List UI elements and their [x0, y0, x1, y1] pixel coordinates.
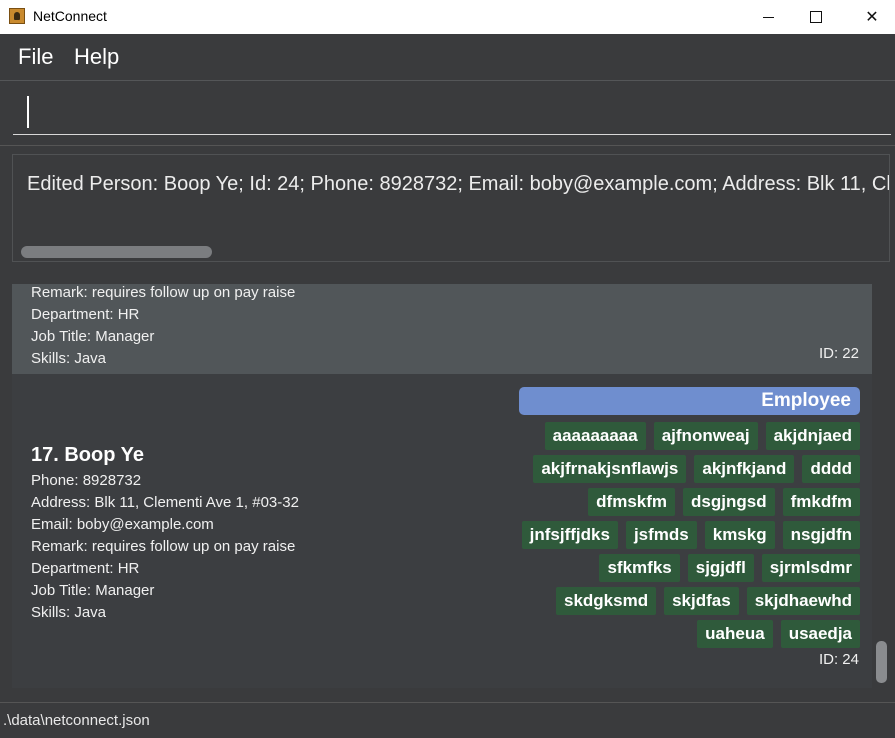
remark-label: Remark: requires follow up on pay raise [31, 284, 296, 301]
person-details: Remark: requires follow up on pay raise … [31, 282, 295, 370]
title-bar: NetConnect ✕ [0, 0, 895, 34]
result-display[interactable]: Edited Person: Boop Ye; Id: 24; Phone: 8… [12, 154, 890, 262]
tag-chip: akjdnjaed [765, 422, 860, 450]
tag-chip: skjdhaewhd [746, 587, 860, 615]
person-card[interactable]: Employee aaaaaaaaa ajfnonweaj akjdnjaed akj… [12, 374, 872, 688]
skills-label: Skills: Java [31, 604, 107, 621]
tag-chip: sjgjdfl [687, 554, 754, 582]
tag-chip: sjrmlsdmr [761, 554, 860, 582]
menu-help[interactable]: Help [74, 44, 119, 70]
horizontal-scrollbar[interactable] [21, 246, 212, 258]
close-button[interactable]: ✕ [849, 0, 895, 34]
role-badge: Employee [519, 387, 860, 415]
remark-label: Remark: requires follow up on pay raise [31, 538, 296, 555]
tag-chip: nsgjdfn [782, 521, 860, 549]
window-title: NetConnect [33, 8, 107, 24]
command-box [0, 81, 895, 143]
department-label: Department: HR [31, 560, 140, 577]
address-label: Address: Blk 11, Clementi Ave 1, #03-32 [31, 494, 299, 511]
tag-chip: dfmskfm [588, 488, 676, 516]
maximize-button[interactable] [793, 0, 839, 34]
person-card-selected[interactable]: Remark: requires follow up on pay raise … [12, 284, 872, 374]
tag-chip: dddd [802, 455, 860, 483]
close-icon: ✕ [865, 9, 879, 26]
tag-chip: skjdfas [664, 587, 739, 615]
person-name: 17. Boop Ye [31, 444, 145, 466]
menu-file[interactable]: File [18, 44, 53, 70]
result-message: Edited Person: Boop Ye; Id: 24; Phone: 8… [27, 173, 890, 195]
person-id: ID: 24 [818, 651, 859, 668]
tag-list: aaaaaaaaa ajfnonweaj akjdnjaed akjfrnakjsnf… [520, 422, 860, 648]
vertical-scrollbar[interactable] [876, 641, 887, 683]
tag-chip: ajfnonweaj [653, 422, 758, 450]
save-file-path: .\data\netconnect.json [3, 712, 150, 729]
tag-chip: aaaaaaaaa [544, 422, 646, 450]
person-details: Phone: 8928732 Address: Blk 11, Clementi… [31, 470, 299, 624]
phone-label: Phone: 8928732 [31, 472, 142, 489]
tag-chip: skdgksmd [556, 587, 657, 615]
tag-chip: akjfrnakjsnflawjs [533, 455, 687, 483]
tag-chip: jsfmds [625, 521, 697, 549]
minimize-button[interactable] [745, 0, 791, 34]
maximize-icon [810, 11, 822, 23]
tag-chip: dsgjngsd [683, 488, 775, 516]
command-input[interactable] [13, 91, 891, 135]
job-title-label: Job Title: Manager [31, 582, 155, 599]
job-title-label: Job Title: Manager [31, 328, 155, 345]
department-label: Department: HR [31, 306, 140, 323]
status-bar: .\data\netconnect.json [0, 702, 895, 738]
person-id: ID: 22 [818, 345, 859, 362]
tag-chip: uaheua [697, 620, 773, 648]
result-display-panel: Edited Person: Boop Ye; Id: 24; Phone: 8… [0, 145, 895, 273]
tag-chip: usaedja [780, 620, 860, 648]
skills-label: Skills: Java [31, 350, 107, 367]
tag-chip: jnfsjffjdks [521, 521, 618, 549]
contacts-book-icon [9, 8, 25, 24]
person-list[interactable]: Remark: requires follow up on pay raise … [0, 272, 895, 700]
text-caret [27, 96, 29, 128]
minimize-icon [762, 16, 774, 18]
tag-chip: fmkdfm [782, 488, 860, 516]
tag-chip: akjnfkjand [694, 455, 795, 483]
tag-chip: sfkmfks [599, 554, 680, 582]
menu-bar: File Help [0, 34, 895, 81]
tag-chip: kmskg [704, 521, 775, 549]
email-label: Email: boby@example.com [31, 516, 214, 533]
